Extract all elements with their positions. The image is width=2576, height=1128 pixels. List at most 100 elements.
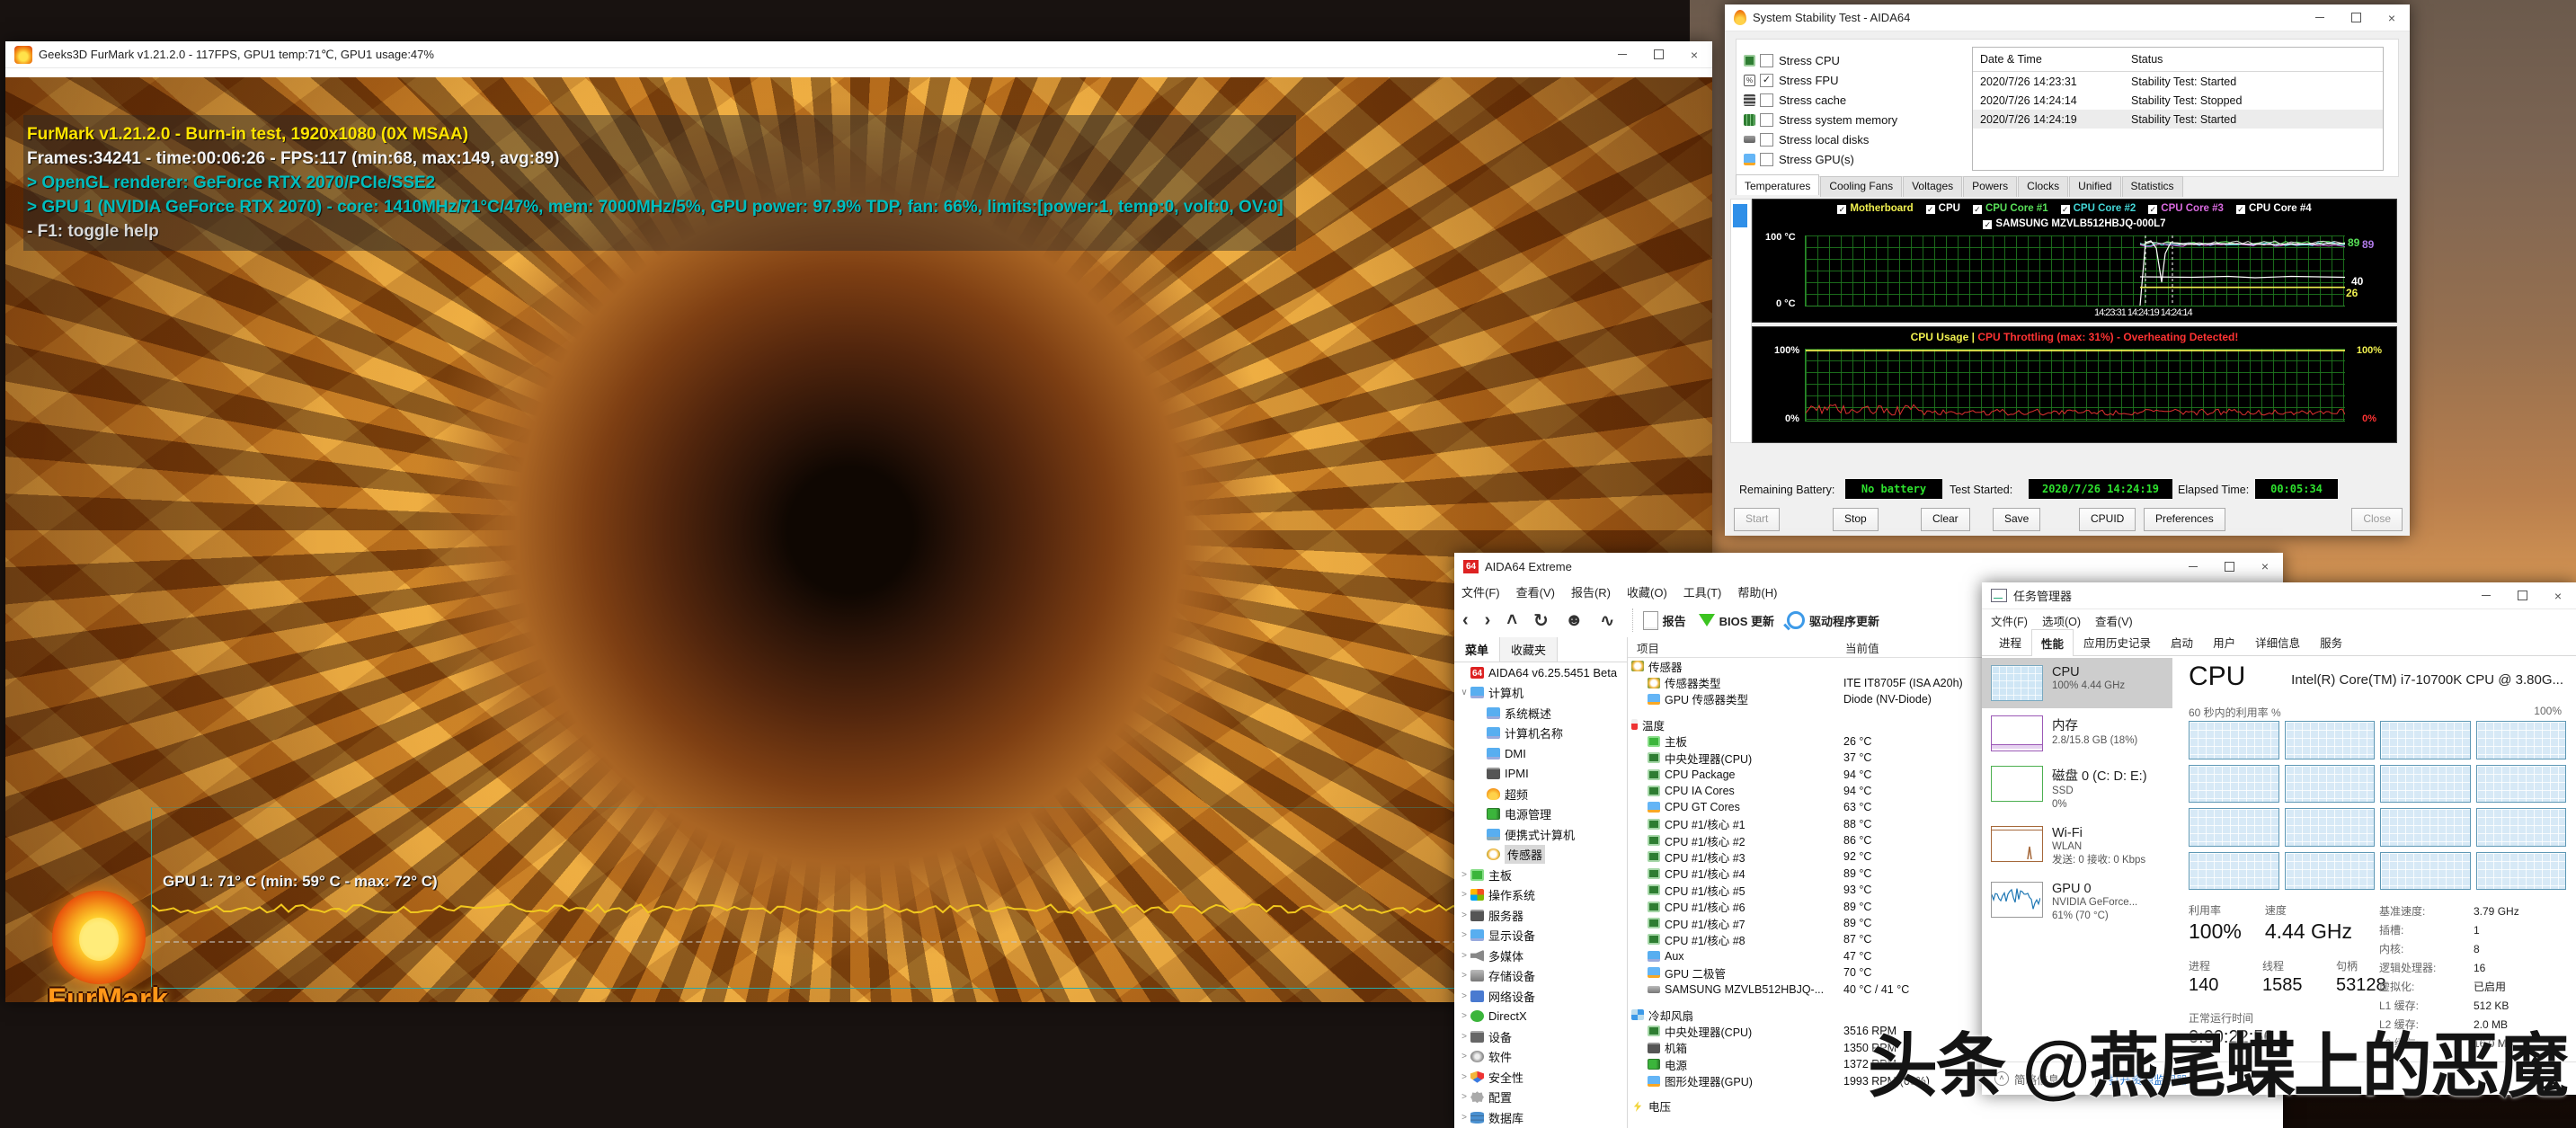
graph-scroll-gutter[interactable] (1730, 199, 1752, 443)
legend-item[interactable]: ✓CPU Core #4 (2236, 203, 2312, 214)
close-icon[interactable]: × (2374, 4, 2410, 31)
user-icon[interactable]: ☻ (1565, 610, 1584, 631)
tree-item[interactable]: 系统概述 (1454, 703, 1627, 724)
chevron-down-icon[interactable]: ∨ (1458, 688, 1470, 697)
chevron-right-icon[interactable]: > (1458, 890, 1470, 900)
tree-item[interactable]: > 网络设备 (1454, 986, 1627, 1007)
graph-scroll-thumb[interactable] (1733, 204, 1747, 227)
close-icon[interactable]: × (2540, 582, 2576, 608)
driver-update-button[interactable]: 驱动程序更新 (1809, 612, 1879, 629)
legend-checkbox[interactable]: ✓ (1926, 205, 1935, 214)
sidebar-item-gpu[interactable]: GPU 0 NVIDIA GeForce...61% (70 °C) (1982, 875, 2172, 930)
log-col-datetime[interactable]: Date & Time (1973, 53, 2124, 66)
chevron-right-icon[interactable]: > (1458, 1092, 1470, 1102)
tree-item[interactable]: > 软件 (1454, 1047, 1627, 1068)
log-row[interactable]: 2020/7/26 14:24:19 Stability Test: Start… (1973, 110, 2383, 129)
stress-checkbox[interactable] (1760, 153, 1773, 166)
preferences-button[interactable]: Preferences (2144, 508, 2225, 531)
tree-item[interactable]: > 配置 (1454, 1088, 1627, 1108)
furmark-titlebar[interactable]: Geeks3D FurMark v1.21.2.0 - 117FPS, GPU1… (5, 41, 1712, 68)
stability-tab-powers[interactable]: Powers (1963, 176, 2017, 197)
stress-checkbox[interactable] (1760, 133, 1773, 147)
taskmgr-titlebar[interactable]: 任务管理器 × (1982, 582, 2576, 609)
chevron-right-icon[interactable]: > (1458, 1072, 1470, 1082)
tree-item[interactable]: > 多媒体 (1454, 946, 1627, 966)
aida64-menu-item[interactable]: 收藏(O) (1627, 583, 1667, 600)
tree-item[interactable]: > 主板 (1454, 865, 1627, 885)
stability-tab-statistics[interactable]: Statistics (2122, 176, 2183, 197)
legend-checkbox[interactable]: ✓ (1973, 205, 1982, 214)
legend-item[interactable]: ✓CPU Core #2 (2061, 203, 2136, 214)
stress-checkbox[interactable] (1760, 54, 1773, 67)
stability-tab-cooling-fans[interactable]: Cooling Fans (1820, 176, 1902, 197)
chevron-right-icon[interactable]: > (1458, 991, 1470, 1001)
chevron-right-icon[interactable]: > (1458, 910, 1470, 920)
stop-button[interactable]: Stop (1833, 508, 1879, 531)
tree-item[interactable]: IPMI (1454, 764, 1627, 785)
sidebar-item-cpu[interactable]: CPU 100% 4.44 GHz (1982, 658, 2172, 708)
aida64-menu-item[interactable]: 查看(V) (1516, 583, 1555, 600)
nav-forward-icon[interactable]: › (1485, 610, 1491, 631)
aida64-menu-item[interactable]: 报告(R) (1571, 583, 1611, 600)
maximize-icon[interactable] (1640, 41, 1676, 67)
maximize-icon[interactable] (2338, 4, 2374, 31)
stress-checkbox[interactable]: ✓ (1760, 74, 1773, 87)
clear-button[interactable]: Clear (1921, 508, 1970, 531)
chevron-right-icon[interactable]: > (1458, 930, 1470, 940)
maximize-icon[interactable] (2211, 553, 2247, 580)
tree-item[interactable]: > 存储设备 (1454, 966, 1627, 987)
stability-titlebar[interactable]: System Stability Test - AIDA64 × (1725, 4, 2410, 31)
tree-item[interactable]: 超频 (1454, 784, 1627, 804)
minimize-icon[interactable] (1604, 41, 1640, 67)
bios-update-icon[interactable] (1699, 614, 1715, 626)
aida64-menu-item[interactable]: 工具(T) (1683, 583, 1722, 600)
aida64-nav-tab[interactable]: 菜单 (1454, 637, 1500, 662)
tree-item[interactable]: 计算机名称 (1454, 724, 1627, 744)
chevron-right-icon[interactable]: > (1458, 1032, 1470, 1042)
chevron-right-icon[interactable]: > (1458, 870, 1470, 880)
nav-back-icon[interactable]: ‹ (1462, 610, 1469, 631)
legend-item[interactable]: ✓CPU Core #3 (2148, 203, 2224, 214)
legend-item[interactable]: ✓CPU (1926, 203, 1960, 214)
close-icon[interactable]: × (1676, 41, 1712, 67)
legend-checkbox[interactable]: ✓ (1983, 220, 1992, 229)
minimize-icon[interactable] (2468, 582, 2504, 608)
legend-checkbox[interactable]: ✓ (2236, 205, 2245, 214)
aida64-nav-tab[interactable]: 收藏夹 (1500, 637, 1558, 662)
tree-item[interactable]: > 服务器 (1454, 905, 1627, 926)
taskmgr-tab[interactable]: 服务 (2310, 628, 2352, 655)
aida64-titlebar[interactable]: 64 AIDA64 Extreme × (1454, 553, 2283, 580)
tree-item[interactable]: 传感器 (1454, 845, 1627, 866)
tree-item[interactable]: > 安全性 (1454, 1067, 1627, 1088)
taskmgr-tab[interactable]: 应用历史记录 (2074, 628, 2161, 655)
taskmgr-menu-item[interactable]: 文件(F) (1991, 612, 2028, 629)
tree-item[interactable]: 电源管理 (1454, 804, 1627, 825)
legend-checkbox[interactable]: ✓ (2061, 205, 2070, 214)
stability-tab-clocks[interactable]: Clocks (2018, 176, 2068, 197)
chevron-right-icon[interactable]: > (1458, 971, 1470, 981)
legend-item[interactable]: ✓CPU Core #1 (1973, 203, 2048, 214)
stability-tab-voltages[interactable]: Voltages (1903, 176, 1962, 197)
legend-checkbox[interactable]: ✓ (1837, 205, 1846, 214)
taskmgr-tab[interactable]: 进程 (1989, 628, 2031, 655)
report-doc-icon[interactable] (1643, 611, 1658, 630)
close-icon[interactable]: × (2247, 553, 2283, 580)
minimize-icon[interactable] (2175, 553, 2211, 580)
cpuid-button[interactable]: CPUID (2079, 508, 2136, 531)
aida64-menu-item[interactable]: 帮助(H) (1737, 583, 1777, 600)
chevron-right-icon[interactable]: > (1458, 1052, 1470, 1061)
taskmgr-tab[interactable]: 启动 (2161, 628, 2203, 655)
log-row[interactable]: 2020/7/26 14:24:14 Stability Test: Stopp… (1973, 91, 2383, 110)
bios-update-button[interactable]: BIOS 更新 (1719, 612, 1774, 629)
save-button[interactable]: Save (1993, 508, 2040, 531)
sidebar-item-disk[interactable]: 磁盘 0 (C: D: E:) SSD0% (1982, 759, 2172, 819)
tree-item[interactable]: ∨ 计算机 (1454, 683, 1627, 704)
legend-item[interactable]: ✓Motherboard (1837, 203, 1913, 214)
maximize-icon[interactable] (2504, 582, 2540, 608)
chevron-right-icon[interactable]: > (1458, 1113, 1470, 1123)
stress-checkbox[interactable] (1760, 113, 1773, 127)
driver-update-icon[interactable] (1787, 611, 1805, 629)
aida64-menu-item[interactable]: 文件(F) (1461, 583, 1500, 600)
taskmgr-menu-item[interactable]: 选项(O) (2042, 612, 2081, 629)
chevron-right-icon[interactable]: > (1458, 951, 1470, 961)
